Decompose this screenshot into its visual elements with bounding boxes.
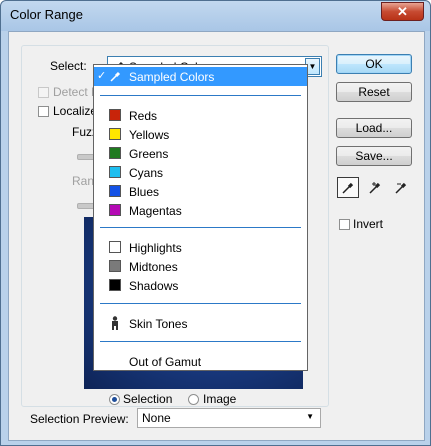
dialog-title: Color Range <box>10 7 83 22</box>
eyedropper-tool-button[interactable] <box>337 177 359 198</box>
ok-button[interactable]: OK <box>336 54 412 74</box>
title-bar: Color Range ✕ <box>1 1 430 31</box>
save-button[interactable]: Save... <box>336 146 412 166</box>
dropdown-item-label: Out of Gamut <box>129 355 202 369</box>
eyedropper-minus-icon <box>395 182 407 194</box>
dropdown-separator <box>100 303 301 304</box>
green-swatch-icon <box>109 147 121 159</box>
red-swatch-icon <box>109 109 121 121</box>
selection-preview-label: Selection Preview: <box>30 412 129 426</box>
dropdown-item-sampled-colors[interactable]: ✓ Sampled Colors <box>94 67 307 86</box>
dropdown-item-highlights[interactable]: Highlights <box>94 238 307 257</box>
magenta-swatch-icon <box>109 204 121 216</box>
add-to-sample-tool-button[interactable] <box>365 177 387 198</box>
dropdown-item-reds[interactable]: Reds <box>94 106 307 125</box>
detect-faces-checkbox[interactable] <box>38 87 49 98</box>
reset-button-label: Reset <box>358 85 390 99</box>
dropdown-item-label: Reds <box>129 109 158 123</box>
load-button-label: Load... <box>355 121 393 135</box>
check-icon: ✓ <box>97 70 107 82</box>
midtones-swatch-icon <box>109 260 121 272</box>
save-button-label: Save... <box>355 149 393 163</box>
dropdown-item-label: Sampled Colors <box>129 70 215 84</box>
close-icon: ✕ <box>397 3 408 19</box>
selection-radio[interactable] <box>109 394 120 405</box>
select-label: Select: <box>50 59 87 73</box>
eyedropper-icon <box>342 182 354 194</box>
select-dropdown-list: ✓ Sampled Colors Reds Yellows Greens Cya… <box>93 64 308 371</box>
dropdown-item-magentas[interactable]: Magentas <box>94 201 307 220</box>
localized-checkbox[interactable] <box>38 106 49 117</box>
dropdown-separator <box>100 227 301 228</box>
close-button[interactable]: ✕ <box>381 2 424 21</box>
dropdown-item-out-of-gamut[interactable]: Out of Gamut <box>94 352 307 371</box>
dropdown-item-cyans[interactable]: Cyans <box>94 163 307 182</box>
cyan-swatch-icon <box>109 166 121 178</box>
dropdown-item-label: Greens <box>129 147 169 161</box>
color-range-dialog: Color Range ✕ Select: Sampled Colors ▼ D… <box>0 0 431 446</box>
invert-label: Invert <box>353 217 384 231</box>
image-radio[interactable] <box>188 394 199 405</box>
dropdown-item-label: Skin Tones <box>129 317 188 331</box>
person-icon <box>112 316 118 330</box>
eyedropper-icon <box>110 71 121 82</box>
dropdown-item-yellows[interactable]: Yellows <box>94 125 307 144</box>
dropdown-item-label: Cyans <box>129 166 164 180</box>
selection-preview-value: None <box>142 411 171 425</box>
eyedropper-plus-icon <box>369 182 381 194</box>
subtract-from-sample-tool-button[interactable] <box>391 177 413 198</box>
dropdown-item-blues[interactable]: Blues <box>94 182 307 201</box>
dropdown-item-shadows[interactable]: Shadows <box>94 276 307 295</box>
dropdown-item-label: Magentas <box>129 204 182 218</box>
detect-faces-label: Detect F <box>53 85 99 99</box>
dropdown-item-label: Blues <box>129 185 160 199</box>
chevron-down-icon: ▼ <box>306 412 314 421</box>
load-button[interactable]: Load... <box>336 118 412 138</box>
dropdown-item-greens[interactable]: Greens <box>94 144 307 163</box>
image-radio-label: Image <box>203 392 237 406</box>
shadows-swatch-icon <box>109 279 121 291</box>
dropdown-item-midtones[interactable]: Midtones <box>94 257 307 276</box>
dropdown-item-label: Yellows <box>129 128 170 142</box>
selection-preview-select[interactable]: None ▼ <box>137 408 321 428</box>
dropdown-item-skin-tones[interactable]: Skin Tones <box>94 314 307 333</box>
dropdown-separator <box>100 341 301 342</box>
reset-button[interactable]: Reset <box>336 82 412 102</box>
highlights-swatch-icon <box>109 241 121 253</box>
dropdown-item-label: Shadows <box>129 279 179 293</box>
blue-swatch-icon <box>109 185 121 197</box>
dropdown-item-label: Highlights <box>129 241 182 255</box>
dropdown-separator <box>100 95 301 96</box>
yellow-swatch-icon <box>109 128 121 140</box>
invert-checkbox[interactable] <box>339 219 350 230</box>
selection-radio-label: Selection <box>123 392 173 406</box>
ok-button-label: OK <box>365 57 383 71</box>
dropdown-item-label: Midtones <box>129 260 178 274</box>
